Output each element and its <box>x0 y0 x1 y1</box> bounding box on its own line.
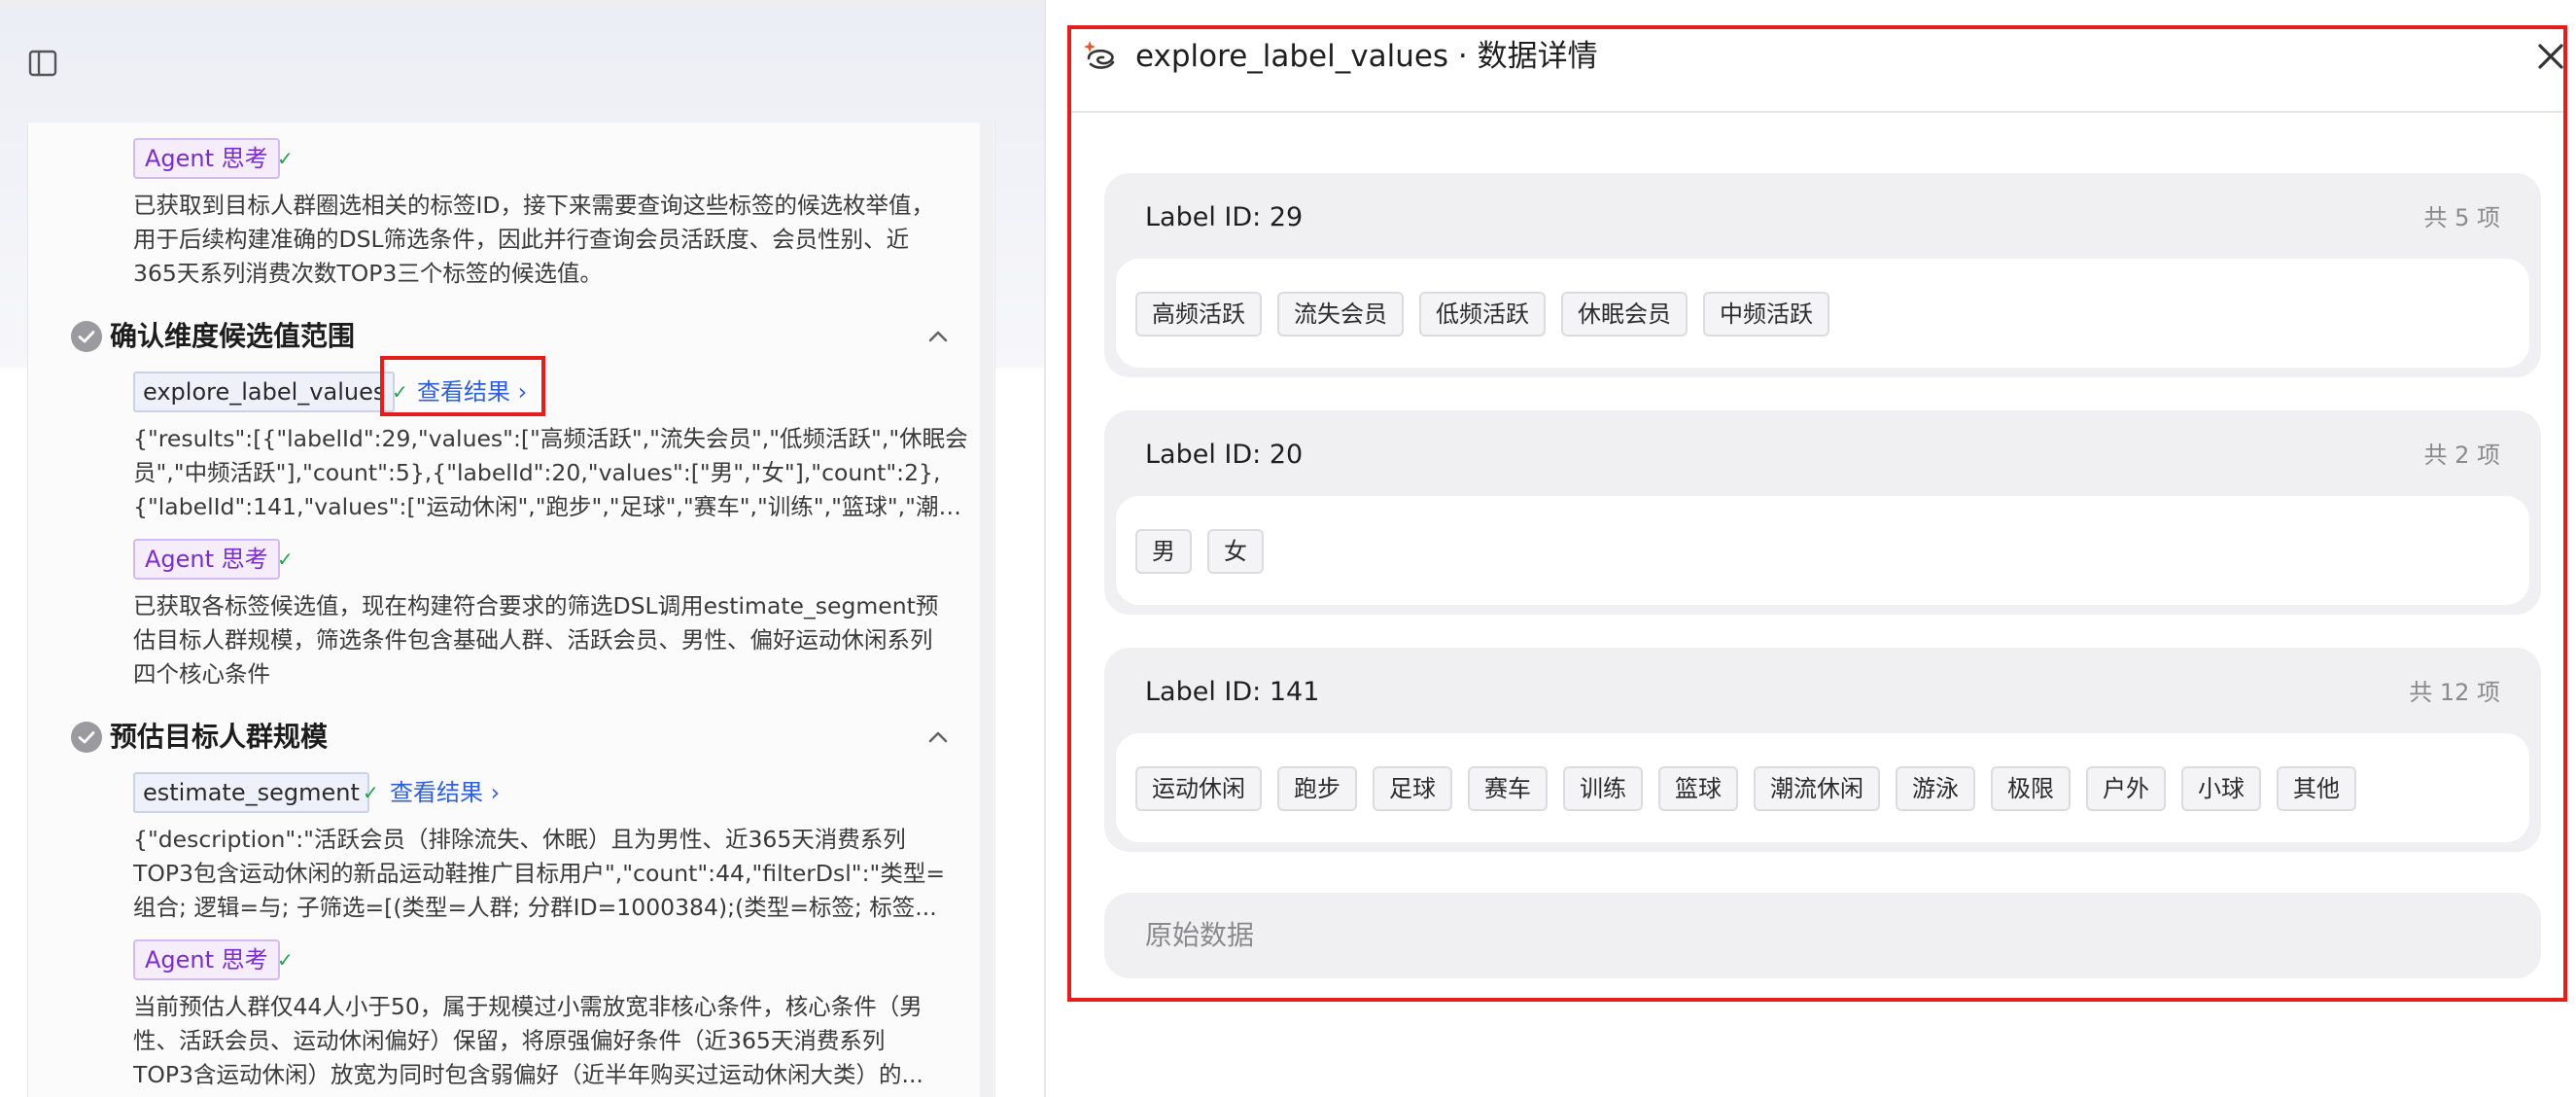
text-line: TOP3包含运动休闲的新品运动鞋推广目标用户","count":44,"filt… <box>133 860 946 887</box>
chevron-up-icon[interactable] <box>924 323 952 350</box>
agent-thinking-text: 已获取各标签候选值，现在构建符合要求的筛选DSL调用estimate_segme… <box>133 589 969 691</box>
value-tag: 小球 <box>2181 766 2261 811</box>
label-value-count: 共 12 项 <box>2409 679 2500 706</box>
raw-data-section[interactable]: 原始数据 <box>1104 893 2541 978</box>
message-scroll-area[interactable]: Agent 思考 ✓ 已获取到目标人群圈选相关的标签ID，接下来需要查询这些标签… <box>27 123 995 1097</box>
text-line: 用于后续构建准确的DSL筛选条件，因此并行查询会员活跃度、会员性别、近 <box>133 226 910 253</box>
step-title: 确认维度候选值范围 <box>110 320 356 352</box>
close-icon[interactable] <box>2535 41 2566 72</box>
tool-result-text: {"results":[{"labelId":29,"values":["高频活… <box>133 422 969 524</box>
text-line: TOP3含运动休闲）放宽为同时包含弱偏好（近半年购买过运动休闲大类）的... <box>133 1061 923 1088</box>
text-line: 已获取到目标人群圈选相关的标签ID，接下来需要查询这些标签的候选枚举值， <box>133 192 935 219</box>
value-tag: 潮流休闲 <box>1754 766 1880 811</box>
label-values-box: 运动休闲 跑步 足球 赛车 训练 篮球 潮流休闲 游泳 极限 户外 小球 其他 <box>1116 733 2529 842</box>
check-circle-icon <box>71 722 102 753</box>
label-card: Label ID: 20 共 2 项 男 女 <box>1104 410 2541 615</box>
tool-name-chip: explore_label_values <box>133 372 396 412</box>
spark-logo-icon <box>1081 37 1120 76</box>
value-tag: 中频活跃 <box>1703 292 1829 336</box>
value-tag: 女 <box>1207 529 1264 574</box>
agent-thinking-text: 当前预估人群仅44人小于50，属于规模过小需放宽非核心条件，核心条件（男 性、活… <box>133 990 969 1092</box>
text-line: {"description":"活跃会员（排除流失、休眠）且为男性、近365天消… <box>133 826 906 853</box>
text-line: 365天系列消费次数TOP3三个标签的候选值。 <box>133 260 603 287</box>
label-id-title: Label ID: 141 <box>1145 677 1320 707</box>
view-result-link[interactable]: 查看结果 › <box>417 372 527 412</box>
text-line: {"labelId":141,"values":["运动休闲","跑步","足球… <box>133 493 969 520</box>
text-line: {"results":[{"labelId":29,"values":["高频活… <box>133 425 968 452</box>
conversation-panel: Agent 思考 ✓ 已获取到目标人群圈选相关的标签ID，接下来需要查询这些标签… <box>0 0 1046 1097</box>
value-tag: 休眠会员 <box>1561 292 1688 336</box>
text-line: 性、活跃会员、运动休闲偏好）保留，将原强偏好条件（近365天消费系列 <box>133 1027 886 1054</box>
value-tag: 游泳 <box>1896 766 1975 811</box>
text-line: 当前预估人群仅44人小于50，属于规模过小需放宽非核心条件，核心条件（男 <box>133 993 922 1020</box>
label-id-title: Label ID: 20 <box>1145 440 1304 470</box>
tool-name-chip: estimate_segment <box>133 772 369 813</box>
value-tag: 低频活跃 <box>1419 292 1546 336</box>
text-line: 估目标人群规模，筛选条件包含基础人群、活跃会员、男性、偏好运动休闲系列 <box>133 626 933 654</box>
value-tag: 流失会员 <box>1277 292 1404 336</box>
check-circle-icon <box>71 321 102 352</box>
done-check-icon: ✓ <box>392 380 408 404</box>
text-line: 组合; 逻辑=与; 子筛选=[(类型=人群; 分群ID=1000384);(类型… <box>133 894 937 921</box>
value-tag: 赛车 <box>1468 766 1548 811</box>
chevron-up-icon[interactable] <box>924 724 952 751</box>
scrollbar-track[interactable] <box>980 123 993 1097</box>
agent-thinking-badge: Agent 思考 <box>133 138 280 179</box>
value-tag: 足球 <box>1373 766 1452 811</box>
label-id-title: Label ID: 29 <box>1145 202 1304 232</box>
tool-result-text: {"description":"活跃会员（排除流失、休眠）且为男性、近365天消… <box>133 823 969 925</box>
label-card: Label ID: 29 共 5 项 高频活跃 流失会员 低频活跃 休眠会员 中… <box>1104 173 2541 377</box>
text-line: 已获取各标签候选值，现在构建符合要求的筛选DSL调用estimate_segme… <box>133 592 939 619</box>
tag-list: 高频活跃 流失会员 低频活跃 休眠会员 中频活跃 <box>1135 292 1829 336</box>
view-result-link[interactable]: 查看结果 › <box>390 772 500 813</box>
agent-thinking-badge: Agent 思考 <box>133 539 280 580</box>
top-strip <box>0 0 1046 8</box>
value-tag: 男 <box>1135 529 1192 574</box>
value-tag: 运动休闲 <box>1135 766 1262 811</box>
tag-list: 运动休闲 跑步 足球 赛车 训练 篮球 潮流休闲 游泳 极限 户外 小球 其他 <box>1135 766 2356 811</box>
panel-header: explore_label_values · 数据详情 <box>1071 29 2563 113</box>
label-values-box: 高频活跃 流失会员 低频活跃 休眠会员 中频活跃 <box>1116 259 2529 368</box>
agent-thinking-badge: Agent 思考 <box>133 939 280 980</box>
text-line: 员","中频活跃"],"count":5},{"labelId":20,"val… <box>133 459 941 486</box>
label-value-count: 共 2 项 <box>2423 442 2500 469</box>
label-value-count: 共 5 项 <box>2423 204 2500 231</box>
data-detail-panel: explore_label_values · 数据详情 Label ID: 29… <box>1046 0 2576 1097</box>
label-card: Label ID: 141 共 12 项 运动休闲 跑步 足球 赛车 训练 篮球… <box>1104 648 2541 852</box>
value-tag: 篮球 <box>1658 766 1738 811</box>
done-check-icon: ✓ <box>363 781 379 804</box>
value-tag: 高频活跃 <box>1135 292 1262 336</box>
text-line: 四个核心条件 <box>133 660 270 688</box>
panel-title: explore_label_values · 数据详情 <box>1135 39 1598 74</box>
value-tag: 极限 <box>1991 766 2071 811</box>
value-tag: 跑步 <box>1277 766 1357 811</box>
done-check-icon: ✓ <box>277 948 294 972</box>
sidebar-toggle-icon[interactable] <box>27 49 58 78</box>
value-tag: 训练 <box>1563 766 1643 811</box>
value-tag: 其他 <box>2277 766 2356 811</box>
label-values-box: 男 女 <box>1116 496 2529 605</box>
done-check-icon: ✓ <box>277 548 294 571</box>
value-tag: 户外 <box>2086 766 2166 811</box>
raw-data-label: 原始数据 <box>1145 919 1255 951</box>
agent-thinking-text: 已获取到目标人群圈选相关的标签ID，接下来需要查询这些标签的候选枚举值， 用于后… <box>133 189 969 291</box>
done-check-icon: ✓ <box>277 147 294 170</box>
step-title: 预估目标人群规模 <box>110 721 329 753</box>
tag-list: 男 女 <box>1135 529 1264 574</box>
